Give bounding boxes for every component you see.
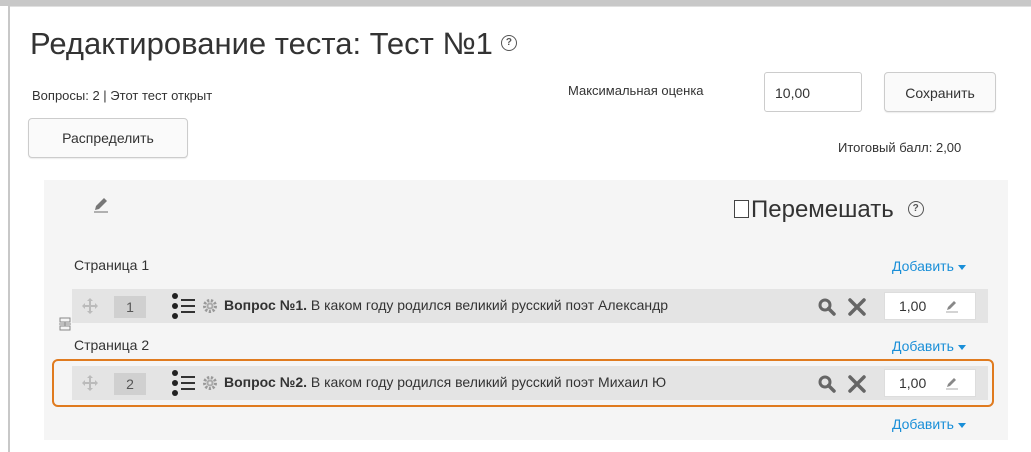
shuffle-control: Перемешать? — [734, 196, 924, 224]
add-menu-end[interactable]: Добавить — [892, 416, 966, 432]
delete-icon[interactable] — [848, 298, 866, 321]
shuffle-checkbox[interactable] — [734, 199, 749, 218]
add-link-label: Добавить — [892, 258, 954, 274]
max-grade-input[interactable]: 10,00 — [764, 72, 862, 112]
shuffle-label: Перемешать — [751, 196, 894, 223]
page-title: Редактирование теста: Тест №1? — [30, 26, 517, 62]
help-icon[interactable]: ? — [907, 200, 924, 217]
move-icon[interactable] — [82, 298, 98, 319]
window-frame-left — [8, 6, 10, 452]
question-type-icon — [172, 292, 198, 325]
chevron-down-icon — [957, 344, 966, 350]
total-marks: Итоговый балл: 2,00 — [838, 140, 962, 155]
add-menu-page-1[interactable]: Добавить — [892, 258, 966, 274]
help-icon[interactable]: ? — [500, 34, 517, 51]
question-text[interactable]: Вопрос №1. В каком году родился великий … — [224, 297, 802, 317]
max-mark-box[interactable]: 1,00 — [884, 292, 976, 320]
question-name: Вопрос №1. — [224, 297, 307, 313]
add-link-label: Добавить — [892, 416, 954, 432]
chevron-down-icon — [957, 264, 966, 270]
max-mark-value: 1,00 — [899, 298, 927, 314]
max-grade-label: Максимальная оценка — [568, 83, 704, 98]
page-heading-1: Страница 1 — [74, 257, 150, 273]
edit-pencil-icon[interactable] — [92, 196, 110, 219]
question-row: 1 Вопрос №1. В каком году родился велики… — [72, 289, 988, 323]
page-heading-2: Страница 2 — [74, 337, 150, 353]
page-title-text: Редактирование теста: Тест №1 — [30, 26, 493, 61]
save-button[interactable]: Сохранить — [884, 72, 996, 112]
slot-number: 1 — [114, 296, 146, 318]
split-page-icon[interactable] — [59, 317, 71, 336]
edit-pencil-icon[interactable] — [945, 299, 959, 318]
add-link-label: Добавить — [892, 338, 954, 354]
window-frame-inner — [8, 6, 1031, 7]
add-menu-page-2[interactable]: Добавить — [892, 338, 966, 354]
chevron-down-icon — [957, 422, 966, 428]
repaginate-button[interactable]: Распределить — [28, 118, 188, 158]
highlight-frame — [52, 359, 994, 407]
question-body: В каком году родился великий русский поэ… — [307, 297, 669, 313]
preview-icon[interactable] — [818, 298, 836, 321]
gear-icon — [202, 298, 218, 319]
quiz-info: Вопросы: 2 | Этот тест открыт — [32, 88, 213, 103]
